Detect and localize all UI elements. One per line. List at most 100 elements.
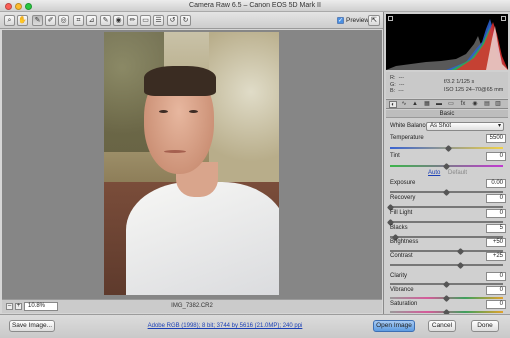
zoom-icon[interactable]: ⌕ bbox=[4, 15, 15, 26]
recovery-field[interactable]: 0 bbox=[486, 194, 506, 203]
adjustment-brush-icon[interactable]: ✏ bbox=[127, 15, 138, 26]
done-button[interactable]: Done bbox=[471, 320, 499, 332]
mouth bbox=[164, 150, 186, 153]
fill-light-row: Fill Light 0 bbox=[390, 209, 508, 219]
spot-removal-icon[interactable]: ✎ bbox=[100, 15, 111, 26]
temperature-label: Temperature bbox=[390, 135, 424, 141]
image-canvas[interactable] bbox=[2, 30, 382, 299]
saturation-row: Saturation 0 bbox=[390, 300, 508, 310]
tab-snapshots-icon[interactable]: ▥ bbox=[494, 101, 502, 108]
tab-lens-corrections-icon[interactable]: ▭ bbox=[447, 101, 455, 108]
tint-thumb[interactable] bbox=[442, 162, 451, 170]
fill-light-label: Fill Light bbox=[390, 210, 413, 216]
background-light bbox=[209, 32, 279, 182]
preview-label: Preview bbox=[346, 17, 370, 24]
tint-field[interactable]: 0 bbox=[486, 152, 506, 161]
white-balance-select[interactable]: As Shot ▾ bbox=[426, 122, 504, 131]
auto-link[interactable]: Auto bbox=[428, 170, 440, 176]
white-balance-row: White Balance: As Shot ▾ bbox=[390, 122, 508, 132]
footer-bar: Save Image... Adobe RGB (1998); 8 bit; 3… bbox=[0, 314, 510, 338]
tab-hsl-icon[interactable]: ▦ bbox=[423, 101, 431, 108]
temperature-row: Temperature 5500 bbox=[390, 134, 508, 144]
histogram bbox=[386, 14, 508, 70]
tab-tone-curve-icon[interactable]: ∿ bbox=[400, 101, 408, 108]
hand-icon[interactable]: ✋ bbox=[17, 15, 28, 26]
shadow-clipping-toggle[interactable] bbox=[388, 16, 393, 21]
hair bbox=[144, 66, 216, 96]
fill-light-field[interactable]: 0 bbox=[486, 209, 506, 218]
saturation-label: Saturation bbox=[390, 301, 418, 307]
white-balance-icon[interactable]: ✎ bbox=[32, 15, 43, 26]
camera-readout: R: --- G: --- B: --- f/3.2 1/125 s ISO 1… bbox=[386, 72, 508, 98]
contrast-thumb[interactable] bbox=[456, 261, 464, 269]
blacks-row: Blacks 5 bbox=[390, 224, 508, 234]
recovery-slider[interactable] bbox=[390, 206, 503, 208]
title-bar: Camera Raw 6.5 – Canon EOS 5D Mark II bbox=[0, 0, 510, 12]
tab-presets-icon[interactable]: ▤ bbox=[483, 101, 491, 108]
workflow-options-link[interactable]: Adobe RGB (1998); 8 bit; 3744 by 5616 (2… bbox=[145, 323, 305, 329]
fill-light-slider[interactable] bbox=[390, 221, 503, 223]
window-title: Camera Raw 6.5 – Canon EOS 5D Mark II bbox=[189, 2, 321, 9]
vibrance-label: Vibrance bbox=[390, 287, 414, 293]
exposure-row: Exposure 0.00 bbox=[390, 179, 508, 189]
rotate-left-icon[interactable]: ↺ bbox=[167, 15, 178, 26]
target-adjustment-icon[interactable]: ◎ bbox=[58, 15, 69, 26]
preview-checkbox[interactable]: ✓ bbox=[337, 16, 344, 24]
contrast-slider[interactable] bbox=[390, 264, 503, 266]
color-sampler-icon[interactable]: ✐ bbox=[45, 15, 56, 26]
zoom-bar: – + 10.8% IMG_7382.CR2 bbox=[2, 299, 382, 313]
vibrance-row: Vibrance 0 bbox=[390, 286, 508, 296]
recovery-label: Recovery bbox=[390, 195, 416, 201]
rgb-readout: R: --- G: --- B: --- bbox=[390, 75, 405, 94]
clarity-label: Clarity bbox=[390, 273, 408, 279]
left-eye bbox=[159, 110, 168, 113]
white-balance-label: White Balance: bbox=[390, 123, 431, 129]
highlight-clipping-toggle[interactable] bbox=[501, 16, 506, 21]
right-panel: R: --- G: --- B: --- f/3.2 1/125 s ISO 1… bbox=[383, 12, 510, 317]
preview-toggle[interactable]: ✓ Preview bbox=[337, 15, 369, 26]
aperture-shutter: f/3.2 1/125 s bbox=[444, 79, 475, 85]
tab-effects-icon[interactable]: fx bbox=[459, 101, 467, 108]
tab-split-toning-icon[interactable]: ▬ bbox=[435, 101, 443, 108]
fullscreen-button[interactable]: ⇱ bbox=[368, 15, 380, 26]
saturation-field[interactable]: 0 bbox=[486, 300, 506, 309]
open-image-button[interactable]: Open Image bbox=[373, 320, 415, 332]
recovery-row: Recovery 0 bbox=[390, 194, 508, 204]
preferences-icon[interactable]: ☰ bbox=[153, 15, 164, 26]
right-eye bbox=[189, 110, 198, 113]
iso-lens: ISO 125 24–70@65 mm bbox=[444, 87, 504, 93]
exposure-label: Exposure bbox=[390, 180, 416, 186]
brightness-field[interactable]: +50 bbox=[486, 238, 506, 247]
histogram-graph bbox=[386, 19, 508, 70]
brightness-row: Brightness +50 bbox=[390, 238, 508, 248]
save-image-button[interactable]: Save Image... bbox=[9, 320, 55, 332]
vibrance-field[interactable]: 0 bbox=[486, 286, 506, 295]
straighten-icon[interactable]: ⊿ bbox=[86, 15, 97, 26]
clarity-field[interactable]: 0 bbox=[486, 272, 506, 281]
temperature-thumb[interactable] bbox=[445, 144, 453, 152]
crop-icon[interactable]: ⌗ bbox=[73, 15, 84, 26]
clarity-row: Clarity 0 bbox=[390, 272, 508, 282]
chevron-down-icon: ▾ bbox=[497, 123, 501, 129]
white-shirt bbox=[126, 182, 279, 295]
contrast-row: Contrast +25 bbox=[390, 252, 508, 262]
blacks-field[interactable]: 5 bbox=[486, 224, 506, 233]
tint-label: Tint bbox=[390, 153, 400, 159]
rotate-right-icon[interactable]: ↻ bbox=[180, 15, 191, 26]
red-eye-icon[interactable]: ◉ bbox=[113, 15, 124, 26]
tint-row: Tint 0 bbox=[390, 152, 508, 162]
contrast-label: Contrast bbox=[390, 253, 413, 259]
filename-label: IMG_7382.CR2 bbox=[171, 303, 213, 309]
blacks-label: Blacks bbox=[390, 225, 408, 231]
tab-basic-icon[interactable]: ◐ bbox=[389, 101, 397, 108]
temperature-field[interactable]: 5500 bbox=[486, 134, 506, 143]
contrast-field[interactable]: +25 bbox=[486, 252, 506, 261]
panel-tabs: ◐ ∿ ▲ ▦ ▬ ▭ fx ◉ ▤ ▥ bbox=[386, 99, 508, 109]
tab-camera-calibration-icon[interactable]: ◉ bbox=[471, 101, 479, 108]
default-link[interactable]: Default bbox=[448, 170, 467, 176]
exposure-field[interactable]: 0.00 bbox=[486, 179, 506, 188]
tab-detail-icon[interactable]: ▲ bbox=[411, 101, 419, 108]
graduated-filter-icon[interactable]: ▭ bbox=[140, 15, 151, 26]
cancel-button[interactable]: Cancel bbox=[428, 320, 456, 332]
photo-preview[interactable] bbox=[104, 32, 279, 295]
